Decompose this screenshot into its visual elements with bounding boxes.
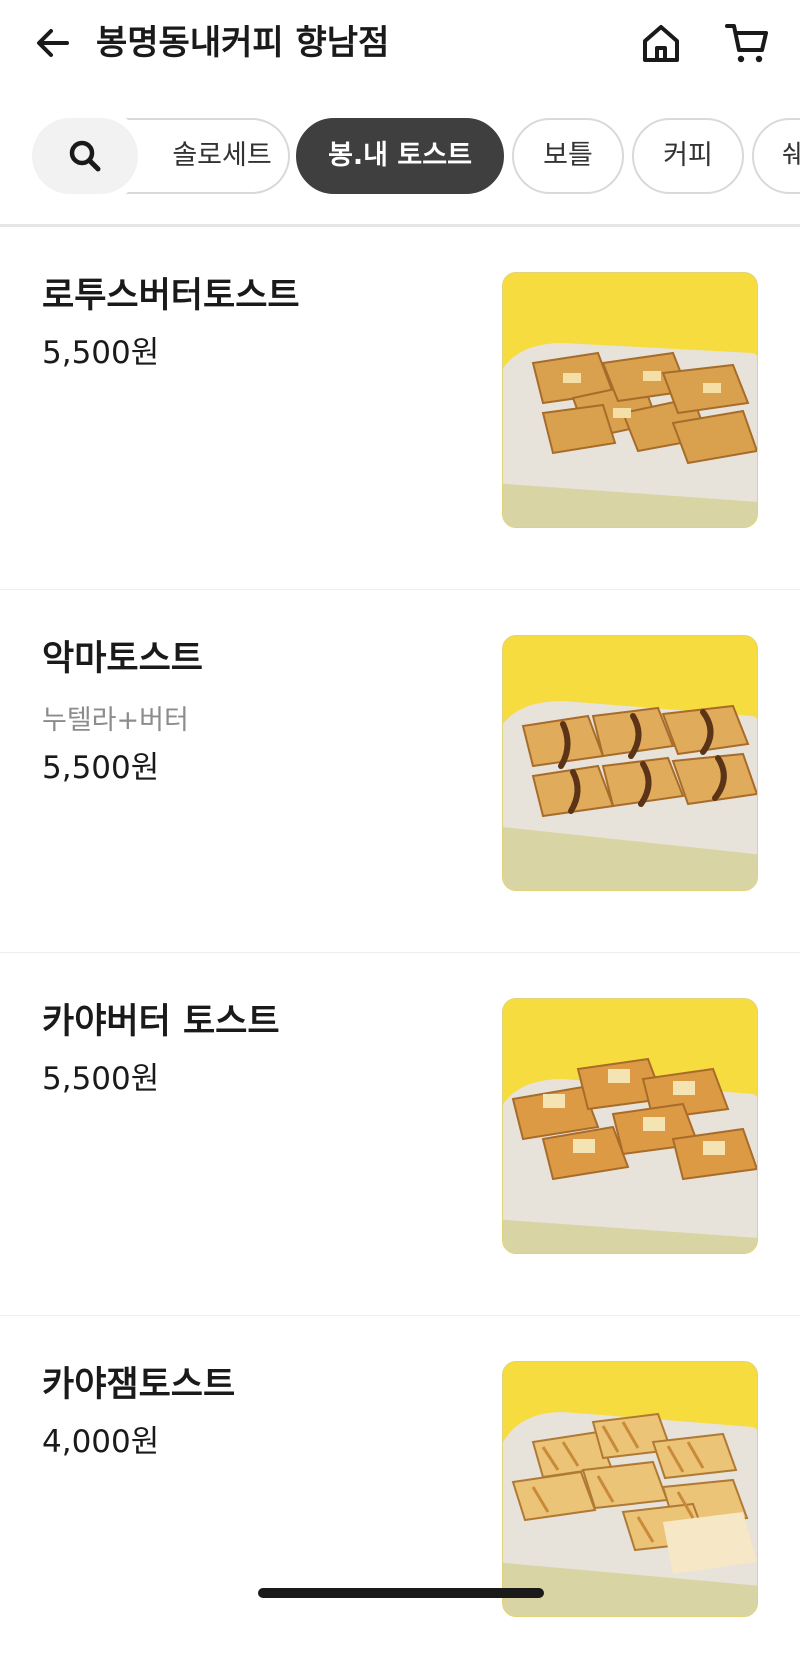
app-header: 봉명동내커피 향남점 (0, 0, 800, 90)
menu-item-name: 악마토스트 (42, 639, 204, 679)
back-button[interactable] (30, 20, 76, 66)
home-button[interactable] (636, 18, 686, 68)
menu-item-photo (502, 998, 758, 1254)
menu-item-name: 카야버터 토스트 (42, 1002, 280, 1042)
menu-item[interactable]: 악마토스트 누텔라+버터 5,500원 (0, 590, 800, 953)
home-icon (643, 25, 679, 62)
category-tab-bongnae-toast[interactable]: 봉.내 토스트 (296, 118, 504, 194)
menu-item[interactable]: 카야버터 토스트 5,500원 (0, 953, 800, 1316)
menu-item-description: 누텔라+버터 (42, 705, 189, 736)
menu-item-price: 5,500원 (42, 750, 160, 786)
menu-item-photo (502, 635, 758, 891)
menu-item[interactable]: 카야잼토스트 4,000원 (0, 1316, 800, 1678)
category-tab-label: 솔로세트 (172, 140, 272, 171)
menu-item-photo (502, 272, 758, 528)
menu-item-name: 로투스버터토스트 (42, 276, 300, 316)
menu-item-price: 5,500원 (42, 1061, 160, 1097)
menu-item-name: 카야잼토스트 (42, 1365, 236, 1405)
menu-item-price: 4,000원 (42, 1424, 160, 1460)
menu-item-photo (502, 1361, 758, 1617)
cart-button[interactable] (720, 18, 774, 68)
category-tab-bottle[interactable]: 보틀 (512, 118, 624, 194)
store-title: 봉명동내커피 향남점 (96, 23, 390, 63)
cart-icon (725, 24, 768, 63)
search-icon (69, 140, 101, 172)
home-indicator[interactable] (258, 1588, 544, 1598)
category-tab-coffee[interactable]: 커피 (632, 118, 744, 194)
category-tab-shake[interactable]: 쉐 (752, 118, 800, 194)
arrow-left-icon (37, 29, 69, 57)
category-tabs: 솔로세트 봉.내 토스트 보틀 커피 쉐 (0, 110, 800, 198)
menu-search-button[interactable] (32, 118, 138, 194)
category-tab-solo-set[interactable]: 솔로세트 (126, 118, 290, 194)
menu-item-price: 5,500원 (42, 335, 160, 371)
menu-item[interactable]: 로투스버터토스트 5,500원 (0, 227, 800, 590)
